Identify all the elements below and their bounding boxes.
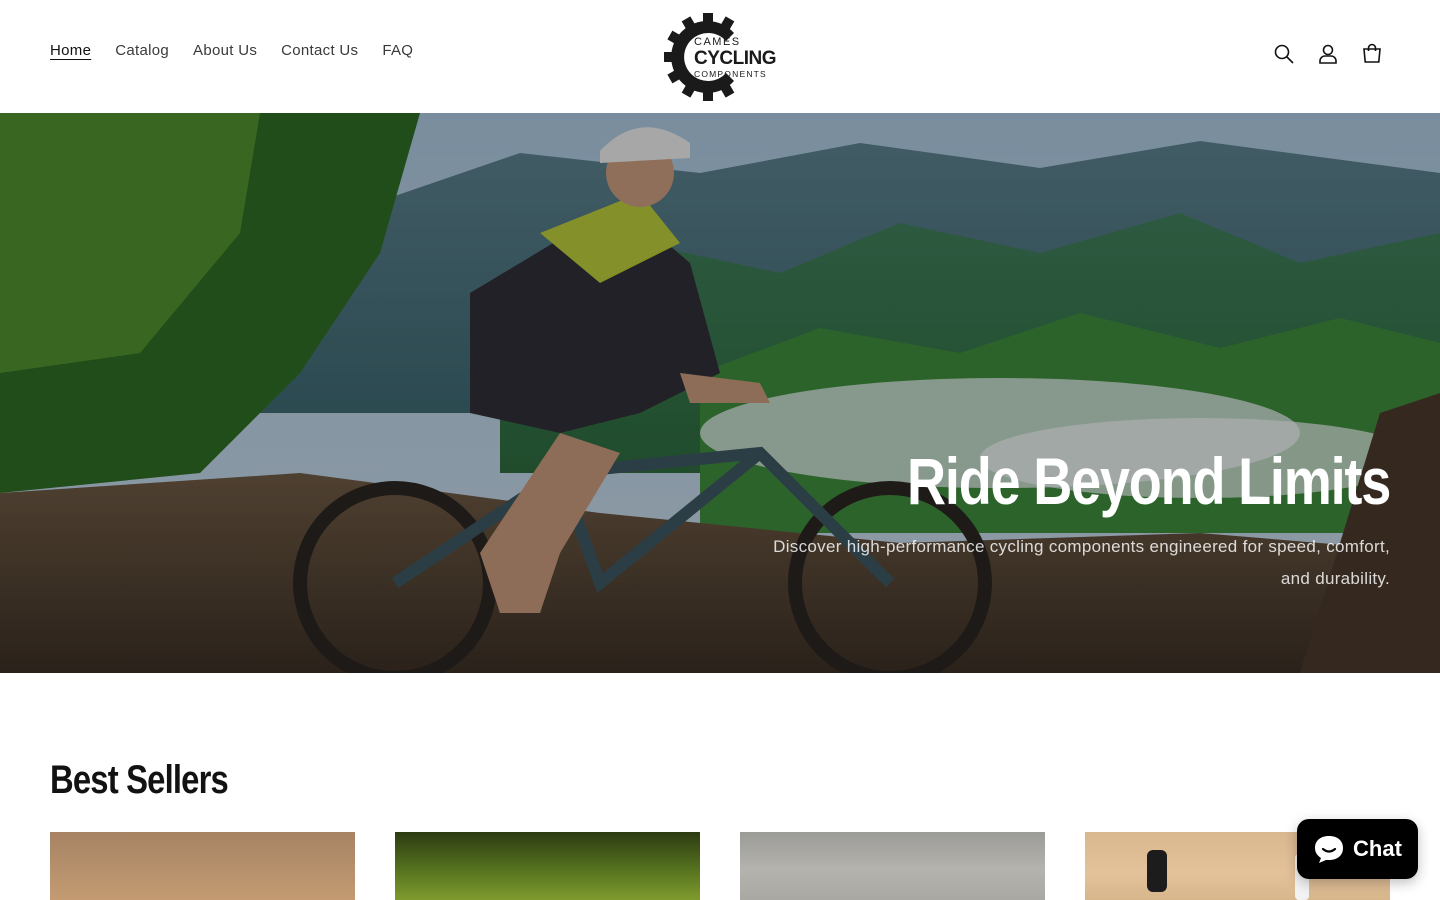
nav-contact-us[interactable]: Contact Us <box>281 42 358 59</box>
logo-line-cames: CAMES <box>694 36 741 48</box>
chat-label: Chat <box>1353 836 1402 861</box>
cart-icon[interactable] <box>1360 42 1384 66</box>
nav-home[interactable]: Home <box>50 42 91 59</box>
product-card-image[interactable] <box>395 832 700 900</box>
best-sellers-title: Best Sellers <box>50 758 229 802</box>
logo-line-cycling: CYCLING <box>694 48 777 69</box>
nav-faq[interactable]: FAQ <box>382 42 413 59</box>
chat-bubble-icon <box>1315 836 1344 863</box>
site-header: Home Catalog About Us Contact Us FAQ CAM… <box>0 0 1440 113</box>
nav-catalog[interactable]: Catalog <box>115 42 169 59</box>
hero-subtitle: Discover high-performance cycling compon… <box>773 537 1390 588</box>
nav-about-us[interactable]: About Us <box>193 42 257 59</box>
product-card-image[interactable] <box>50 832 355 900</box>
account-icon[interactable] <box>1316 42 1340 66</box>
product-card-image[interactable] <box>740 832 1045 900</box>
chat-button[interactable]: Chat <box>1297 819 1418 879</box>
search-icon[interactable] <box>1272 42 1296 66</box>
header-icons <box>1272 42 1384 66</box>
main-nav: Home Catalog About Us Contact Us FAQ <box>50 42 437 59</box>
logo-wordmark: CAMES CYCLING COMPONENTS <box>694 36 777 79</box>
logo-line-components: COMPONENTS <box>694 69 767 79</box>
site-logo[interactable]: CAMES CYCLING COMPONENTS <box>664 13 777 101</box>
hero-title: Ride Beyond Limits <box>906 444 1391 518</box>
hero-banner: Ride Beyond Limits Discover high-perform… <box>0 113 1440 673</box>
best-sellers-grid <box>50 832 1390 900</box>
